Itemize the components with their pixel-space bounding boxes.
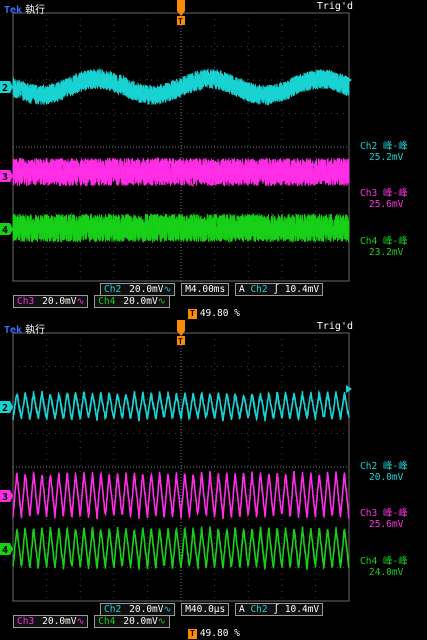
ch2-ground-marker: 2 xyxy=(0,401,13,414)
trigger-position-icon: T xyxy=(188,309,197,319)
timebase-readout[interactable]: M40.0µs xyxy=(181,603,229,616)
measurement-ch2[interactable]: Ch2 峰-峰 20.0mV xyxy=(360,461,408,483)
scope-screen-top: 2 3 4 T Tek 執行 Trig'd Ch2 峰-峰 25.2mV Ch3 峰-峰… xyxy=(0,0,427,320)
measurement-label: Ch4 峰-峰 xyxy=(360,556,408,567)
marker-label: 2 xyxy=(2,83,8,94)
ch3-ground-marker: 3 xyxy=(0,170,13,183)
scope-screen-bottom: 2 3 4 T Tek 執行 Trig'd Ch2 峰-峰 20.0mV Ch3 峰-峰… xyxy=(0,320,427,640)
measurement-value: 25.2mV xyxy=(360,152,408,163)
marker-body xyxy=(177,320,185,331)
trigger-readout[interactable]: A Ch2 ∫ 10.4mV xyxy=(235,603,323,616)
trigger-status: Trig'd xyxy=(317,1,353,12)
run-state: 執行 xyxy=(25,325,45,336)
acquisition-status: Tek 執行 xyxy=(4,321,45,336)
measurement-label: Ch3 峰-峰 xyxy=(360,188,408,199)
timebase-readout[interactable]: M4.00ms xyxy=(181,283,229,296)
measurement-value: 24.0mV xyxy=(360,567,408,578)
measurement-label: Ch2 峰-峰 xyxy=(360,461,408,472)
measurement-value: 23.2mV xyxy=(360,247,408,258)
ch3-ground-marker: 3 xyxy=(0,490,13,503)
measurement-ch4[interactable]: Ch4 峰-峰 24.0mV xyxy=(360,556,408,578)
ch4-scale-readout[interactable]: Ch4 20.0mV∿ xyxy=(94,295,169,308)
marker-label: 4 xyxy=(2,545,8,556)
ch3-scale-readout[interactable]: Ch3 20.0mV∿ xyxy=(13,295,88,308)
measurement-ch4[interactable]: Ch4 峰-峰 23.2mV xyxy=(360,236,408,258)
marker-label: T xyxy=(178,337,183,346)
trigger-status: Trig'd xyxy=(317,321,353,332)
settings-bar-2: Ch3 20.0mV∿ Ch4 20.0mV∿ xyxy=(13,615,170,628)
measurement-value: 25.6mV xyxy=(360,519,408,530)
brand-logo: Tek xyxy=(4,325,22,336)
measurement-label: Ch4 峰-峰 xyxy=(360,236,408,247)
measurement-ch3[interactable]: Ch3 峰-峰 25.6mV xyxy=(360,508,408,530)
ch4-ground-marker: 4 xyxy=(0,543,13,556)
marker-label: 3 xyxy=(2,172,8,183)
run-state: 執行 xyxy=(25,5,45,16)
measurement-ch2[interactable]: Ch2 峰-峰 25.2mV xyxy=(360,141,408,163)
ch4-scale-readout[interactable]: Ch4 20.0mV∿ xyxy=(94,615,169,628)
measurement-value: 25.6mV xyxy=(360,199,408,210)
measurement-label: Ch2 峰-峰 xyxy=(360,141,408,152)
measurement-value: 20.0mV xyxy=(360,472,408,483)
ch3-scale-readout[interactable]: Ch3 20.0mV∿ xyxy=(13,615,88,628)
marker-body xyxy=(177,0,185,11)
trigger-readout[interactable]: A Ch2 ∫ 10.4mV xyxy=(235,283,323,296)
brand-logo: Tek xyxy=(4,5,22,16)
marker-label: 3 xyxy=(2,492,8,503)
trigger-position-readout[interactable]: T 49.80 % xyxy=(188,628,240,639)
measurement-ch3[interactable]: Ch3 峰-峰 25.6mV xyxy=(360,188,408,210)
marker-label: 4 xyxy=(2,225,8,236)
acquisition-status: Tek 執行 xyxy=(4,1,45,16)
measurement-label: Ch3 峰-峰 xyxy=(360,508,408,519)
settings-bar-2: Ch3 20.0mV∿ Ch4 20.0mV∿ xyxy=(13,295,170,308)
marker-label: 2 xyxy=(2,403,8,414)
marker-label: T xyxy=(178,17,183,26)
trigger-position-icon: T xyxy=(188,629,197,639)
ch2-ground-marker: 2 xyxy=(0,81,13,94)
ch4-ground-marker: 4 xyxy=(0,223,13,236)
ch4-trace xyxy=(13,526,349,569)
trigger-position-readout[interactable]: T 49.80 % xyxy=(188,308,240,319)
